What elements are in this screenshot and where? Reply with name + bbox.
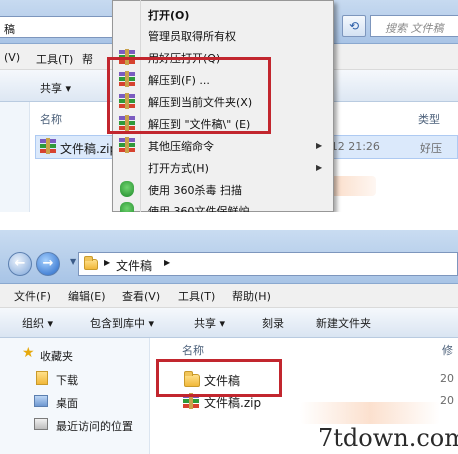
menu-tools[interactable]: 工具(T) [178, 288, 215, 304]
site-watermark: 7tdown.com [318, 424, 458, 452]
breadcrumb-separator-icon: ▶ [164, 258, 171, 267]
new-folder-button[interactable]: 新建文件夹 [316, 315, 371, 331]
top-address-bar[interactable]: 稿 [0, 16, 118, 38]
nav-favorites[interactable]: 收藏夹 [40, 348, 73, 364]
nav-recent-places[interactable]: 最近访问的位置 [56, 418, 133, 434]
breadcrumb-separator-icon: ▶ [104, 258, 111, 267]
ctx-take-ownership[interactable]: 管理员取得所有权 [148, 28, 236, 44]
highlight-box-extract-options [107, 57, 271, 134]
history-dropdown-icon[interactable]: ▼ [70, 257, 76, 266]
top-explorer-window: 稿 ⟲ 搜索 文件稿 (V) 工具(T) 帮 共享 ▾ 名称 类型 文件稿.zi… [0, 0, 458, 212]
bottom-toolbar [0, 308, 458, 338]
zip-file-icon [39, 138, 57, 154]
360-shield-icon [118, 181, 136, 197]
include-in-library-button[interactable]: 包含到库中 ▾ [90, 315, 154, 331]
ctx-open-with[interactable]: 打开方式(H) [148, 160, 209, 176]
folder-icon [84, 256, 98, 270]
desktop-icon [34, 395, 48, 407]
ctx-open[interactable]: 打开(O) [148, 7, 189, 23]
panel-divider [0, 212, 458, 230]
menu-edit[interactable]: 编辑(E) [68, 288, 106, 304]
back-button[interactable]: ← [8, 252, 32, 276]
ctx-360-keep[interactable]: 使用 360文件保鲜炉 [148, 203, 250, 212]
file-type: 好压 [420, 142, 442, 155]
file-row-date: 20 [440, 394, 454, 407]
nav-desktop[interactable]: 桌面 [56, 395, 78, 411]
downloads-icon [36, 371, 48, 385]
top-search-input[interactable]: 搜索 文件稿 [370, 15, 458, 37]
menu-view[interactable]: 查看(V) [122, 288, 160, 304]
organize-button[interactable]: 组织 ▾ [22, 315, 53, 331]
menu-help[interactable]: 帮 [82, 51, 93, 67]
column-name[interactable]: 名称 [182, 342, 204, 358]
column-type[interactable]: 类型 [418, 111, 440, 127]
file-name: 文件稿.zip [60, 142, 118, 156]
forward-button[interactable]: → [36, 252, 60, 276]
share-button[interactable]: 共享 ▾ [194, 315, 225, 331]
column-name[interactable]: 名称 [40, 111, 62, 127]
column-date-modified[interactable]: 修 [442, 342, 453, 358]
burn-button[interactable]: 刻录 [262, 315, 284, 331]
ctx-360-scan[interactable]: 使用 360杀毒 扫描 [148, 182, 242, 198]
top-nav-pane [0, 102, 30, 212]
share-button[interactable]: 共享 ▾ [40, 80, 71, 96]
haozip-icon [118, 137, 136, 153]
submenu-arrow-icon: ▶ [316, 163, 323, 172]
menu-file[interactable]: 文件(F) [14, 288, 51, 304]
recent-places-icon [34, 418, 48, 430]
submenu-arrow-icon: ▶ [316, 141, 323, 150]
ctx-other-compress[interactable]: 其他压缩命令 [148, 138, 214, 154]
favorites-star-icon: ★ [22, 345, 35, 361]
refresh-button[interactable]: ⟲ [342, 15, 366, 37]
menu-view[interactable]: (V) [4, 51, 20, 64]
highlight-box-extracted-folder [156, 359, 282, 397]
menu-tools[interactable]: 工具(T) [36, 51, 73, 67]
menu-help[interactable]: 帮助(H) [232, 288, 271, 304]
360-shield-icon [118, 202, 136, 212]
nav-downloads[interactable]: 下载 [56, 372, 78, 388]
breadcrumb-folder[interactable]: 文件稿 [116, 257, 152, 274]
blurred-area [300, 402, 440, 424]
file-row-date: 20 [440, 372, 454, 385]
